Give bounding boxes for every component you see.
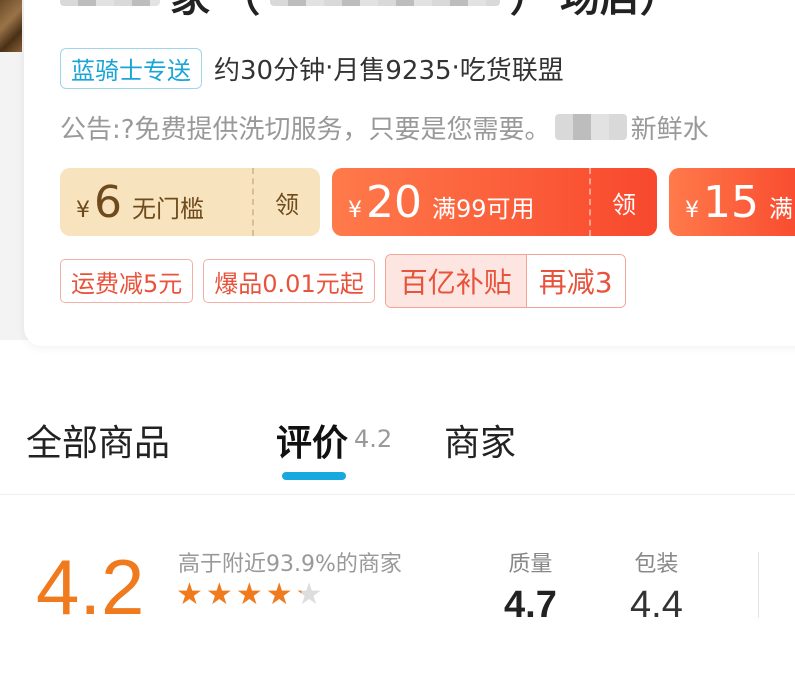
packaging-score: 包装 4.4	[630, 546, 683, 627]
delivery-tag: 蓝骑士专送	[60, 47, 202, 89]
score-comparison: 高于附近93.9%的商家	[178, 552, 402, 577]
coupon-value: 15	[703, 176, 759, 228]
promotion-tags: 运费减5元 爆品0.01元起 百亿补贴 再减3	[60, 254, 626, 308]
subsidy-label: 百亿补贴	[385, 255, 526, 307]
separator: ·	[451, 53, 460, 83]
coupon-card[interactable]: ¥ 20 满99可用 领	[332, 168, 657, 236]
currency-symbol: ¥	[685, 197, 699, 223]
hot-deal-tag: 爆品0.01元起	[203, 259, 375, 303]
coupon-value: 6	[94, 176, 122, 228]
coupon-card[interactable]: ¥ 15 满	[669, 168, 795, 236]
coupon-amount: ¥ 6 无门槛	[60, 177, 204, 228]
coupon-card[interactable]: ¥ 6 无门槛 领	[60, 168, 320, 236]
divider	[758, 552, 759, 618]
star-rating: ★ ★ ★ ★ ★	[176, 580, 323, 610]
separator: ·	[325, 53, 334, 83]
quality-label: 质量	[508, 552, 553, 577]
subsidy-extra: 再减3	[525, 255, 625, 307]
delivery-time: 约30分钟	[214, 55, 326, 86]
coupon-condition: 满	[769, 194, 793, 223]
tab-merchant[interactable]: 商家	[444, 414, 516, 466]
tab-reviews[interactable]: 评价 4.2	[276, 414, 392, 466]
packaging-label: 包装	[634, 552, 679, 577]
subsidy-badge: 百亿补贴 再减3	[384, 254, 626, 308]
coupon-condition: 满99可用	[432, 194, 535, 223]
blurred-text	[554, 114, 627, 140]
store-meta-row: 蓝骑士专送 约30分钟 · 月售9235 · 吃货联盟	[60, 47, 564, 89]
quality-value: 4.7	[504, 584, 557, 626]
store-title-fragment: ）	[510, 0, 550, 23]
blurred-text	[270, 0, 500, 6]
shipping-discount-tag: 运费减5元	[60, 259, 194, 303]
star-icon: ★	[176, 577, 203, 612]
store-tabs: 全部商品 评价 4.2 商家	[0, 400, 795, 495]
alliance-label: 吃货联盟	[459, 55, 564, 86]
claim-coupon-button[interactable]: 领	[589, 168, 657, 236]
currency-symbol: ¥	[348, 197, 362, 223]
coupon-amount: ¥ 15 满	[669, 177, 793, 228]
coupon-list: ¥ 6 无门槛 领 ¥ 20 满99可用 领 ¥ 15 满	[60, 168, 795, 236]
store-title-fragment: （	[220, 0, 260, 23]
packaging-value: 4.4	[630, 584, 683, 626]
star-icon: ★	[295, 577, 323, 612]
coupon-value: 20	[366, 176, 422, 228]
notice-text: 公告:?免费提供洗切服务，只要是您需要。	[60, 114, 551, 145]
rating-summary: 4.2 高于附近93.9%的商家 ★ ★ ★ ★ ★ 质量 4.7 包装 4.4	[0, 494, 795, 682]
overall-score: 4.2	[36, 543, 145, 631]
store-notice[interactable]: 公告:?免费提供洗切服务，只要是您需要。 新鲜水	[60, 108, 709, 146]
monthly-sales: 月售9235	[333, 55, 452, 86]
currency-symbol: ¥	[76, 197, 90, 223]
store-title: 家 （ ） 场店）	[60, 0, 680, 21]
store-title-fragment: 场店）	[560, 0, 680, 23]
active-tab-indicator	[282, 472, 346, 480]
star-icon: ★	[265, 577, 293, 612]
claim-coupon-button[interactable]: 领	[252, 168, 320, 236]
star-icon: ★	[205, 577, 233, 612]
star-icon: ★	[235, 577, 263, 612]
store-title-fragment: 家	[170, 0, 210, 23]
quality-score: 质量 4.7	[504, 546, 557, 627]
store-cover-image	[0, 0, 22, 52]
blurred-text	[60, 0, 160, 6]
coupon-amount: ¥ 20 满99可用	[332, 177, 535, 228]
tab-all-products[interactable]: 全部商品	[26, 414, 170, 466]
tab-reviews-score: 4.2	[354, 425, 393, 453]
coupon-condition: 无门槛	[132, 194, 204, 223]
notice-tail: 新鲜水	[630, 114, 709, 145]
tab-reviews-label: 评价	[276, 423, 349, 464]
